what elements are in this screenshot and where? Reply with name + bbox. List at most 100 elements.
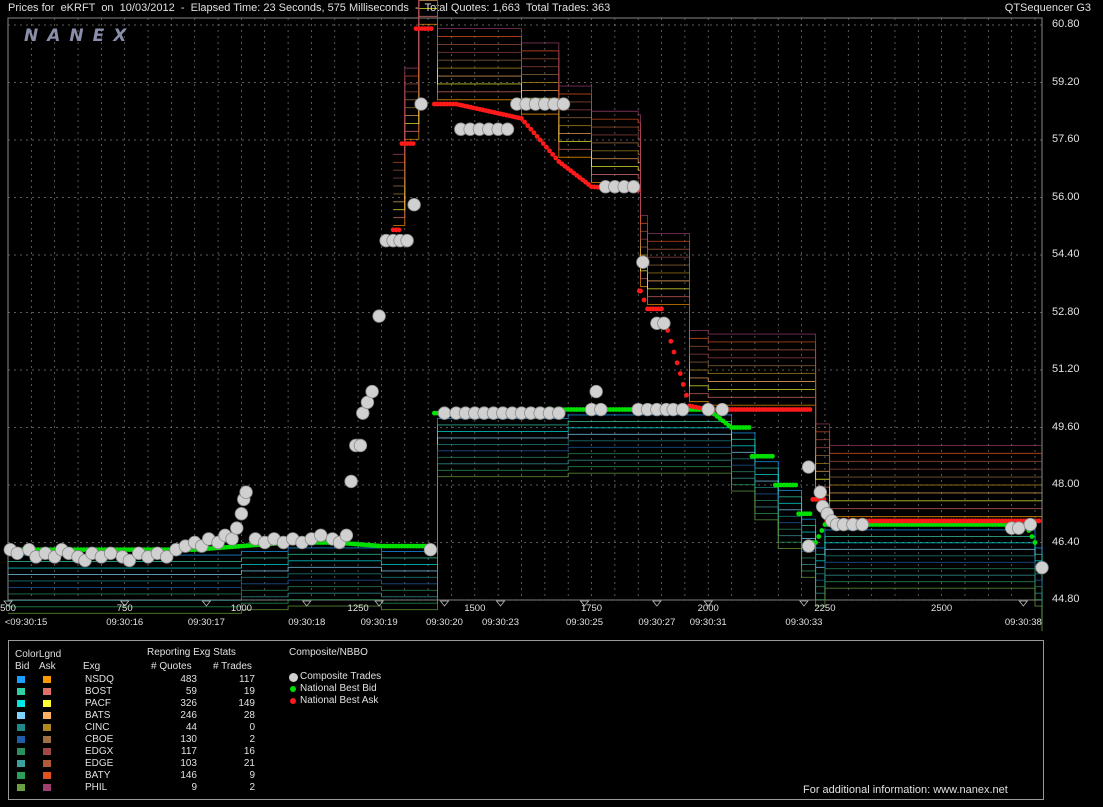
- x-time-label: 09:30:20: [425, 617, 463, 628]
- quote-count: 103: [180, 758, 197, 769]
- x-tick-label: 2000: [697, 603, 719, 614]
- composite-legend-label: Composite Trades: [300, 671, 382, 682]
- x-time-marker: [439, 600, 450, 607]
- composite-trade-marker: [423, 542, 438, 557]
- legend-stats-title: Reporting Exg Stats: [147, 647, 236, 658]
- footer-info: For additional information: www.nanex.ne…: [803, 784, 1008, 796]
- national-best-bid-dot: [807, 511, 813, 517]
- nanex-logo: NANEX: [24, 26, 136, 46]
- y-tick-label: 46.40: [1052, 535, 1080, 548]
- y-tick-label: 52.80: [1052, 305, 1080, 318]
- composite-trade-marker: [801, 460, 816, 474]
- national-best-bid-dot: [819, 528, 825, 533]
- ask-color-swatch: [43, 688, 51, 695]
- exchange-name: BOST: [85, 686, 113, 697]
- composite-trade-marker: [855, 517, 869, 532]
- ask-color-swatch: [43, 784, 51, 791]
- exchange-name: CINC: [85, 722, 110, 733]
- quote-count: 146: [180, 770, 197, 781]
- y-tick-label: 54.40: [1052, 248, 1080, 260]
- price-chart: [3, 0, 1049, 632]
- x-time-marker: [1018, 600, 1029, 607]
- bid-color-swatch: [17, 736, 25, 743]
- quote-count: 117: [181, 746, 197, 757]
- national-best-ask-dot: [428, 26, 434, 31]
- x-time-label: 09:30:27: [638, 617, 676, 628]
- national-best-bid-dot: [770, 453, 775, 459]
- composite-trade-marker: [353, 438, 368, 453]
- national-best-bid-dot: [793, 482, 799, 488]
- national-best-ask-dot: [680, 381, 686, 387]
- x-time-marker: [201, 600, 212, 607]
- x-time-label: 09:30:33: [785, 617, 823, 628]
- exchange-name: EDGX: [85, 746, 114, 757]
- composite-trade-marker: [636, 255, 650, 269]
- bid-color-swatch: [17, 700, 25, 707]
- composite-trade-marker: [589, 384, 603, 399]
- quote-count: 44: [185, 722, 197, 733]
- x-time-label: <09:30:15: [4, 617, 48, 628]
- composite-legend-marker: [288, 672, 298, 682]
- composite-trade-marker: [594, 402, 608, 417]
- bid-color-swatch: [17, 712, 25, 719]
- x-tick-label: 1250: [347, 603, 369, 614]
- bid-color-swatch: [17, 784, 25, 791]
- ask-color-swatch: [43, 700, 51, 707]
- x-time-label: 09:30:18: [288, 617, 326, 628]
- composite-trade-marker: [715, 402, 729, 417]
- national-best-ask-dot: [674, 360, 680, 366]
- trade-count: 9: [249, 770, 255, 781]
- x-time-label: 09:30:23: [481, 617, 519, 628]
- exchange-name: BATS: [85, 710, 111, 721]
- trade-count: 117: [239, 674, 255, 685]
- x-time-label: 09:30:16: [106, 617, 144, 628]
- composite-trade-marker: [437, 406, 452, 420]
- exchange-name: PACF: [85, 698, 111, 709]
- x-time-marker: [495, 600, 506, 607]
- national-best-ask-dot: [1036, 518, 1042, 524]
- national-best-bid-dot: [746, 425, 752, 430]
- exchange-name: CBOE: [85, 734, 114, 745]
- ask-color-swatch: [43, 760, 51, 767]
- x-tick-label: 1500: [464, 603, 486, 614]
- national-best-ask-dot: [677, 371, 683, 376]
- trade-count: 2: [249, 734, 255, 745]
- composite-trade-marker: [675, 402, 690, 417]
- x-tick-label: 1750: [580, 603, 603, 614]
- composite-trade-marker: [339, 528, 354, 543]
- composite-legend-label: National Best Bid: [300, 683, 377, 694]
- exchange-name: BATY: [85, 770, 111, 781]
- trade-count: 21: [243, 758, 255, 769]
- composite-trade-marker: [400, 233, 414, 248]
- national-best-ask-dot: [684, 392, 689, 398]
- trade-count: 0: [249, 722, 255, 733]
- ask-color-swatch: [43, 712, 51, 719]
- x-time-marker: [301, 600, 312, 607]
- national-best-ask-dot: [410, 141, 416, 146]
- trade-count: 19: [243, 686, 255, 697]
- bid-color-swatch: [17, 676, 25, 683]
- trade-count: 16: [243, 746, 255, 757]
- x-tick-label: 750: [116, 603, 133, 614]
- quote-count: 9: [191, 782, 197, 793]
- composite-trade-marker: [556, 97, 571, 111]
- legend-bid-header: Bid: [15, 661, 30, 672]
- x-time-label: 09:30:25: [566, 617, 604, 628]
- composite-trade-marker: [239, 485, 253, 499]
- trade-count: 149: [238, 698, 255, 709]
- x-time-marker: [799, 600, 809, 607]
- composite-trade-marker: [103, 546, 118, 560]
- legend-exg-header: Exg: [83, 661, 101, 672]
- y-tick-label: 51.20: [1052, 363, 1080, 375]
- quote-count: 326: [180, 698, 197, 709]
- y-tick-label: 56.00: [1052, 190, 1080, 203]
- legend-colorlgnd: ColorLgnd: [15, 649, 62, 660]
- exchange-name: NSDQ: [85, 674, 114, 685]
- composite-trade-marker: [10, 546, 25, 560]
- x-tick-label: 500: [0, 603, 16, 614]
- y-tick-label: 48.00: [1052, 478, 1080, 490]
- quote-count: 130: [180, 734, 197, 745]
- bid-color-swatch: [17, 772, 25, 779]
- composite-trade-marker: [701, 402, 715, 417]
- x-time-marker: [652, 600, 662, 607]
